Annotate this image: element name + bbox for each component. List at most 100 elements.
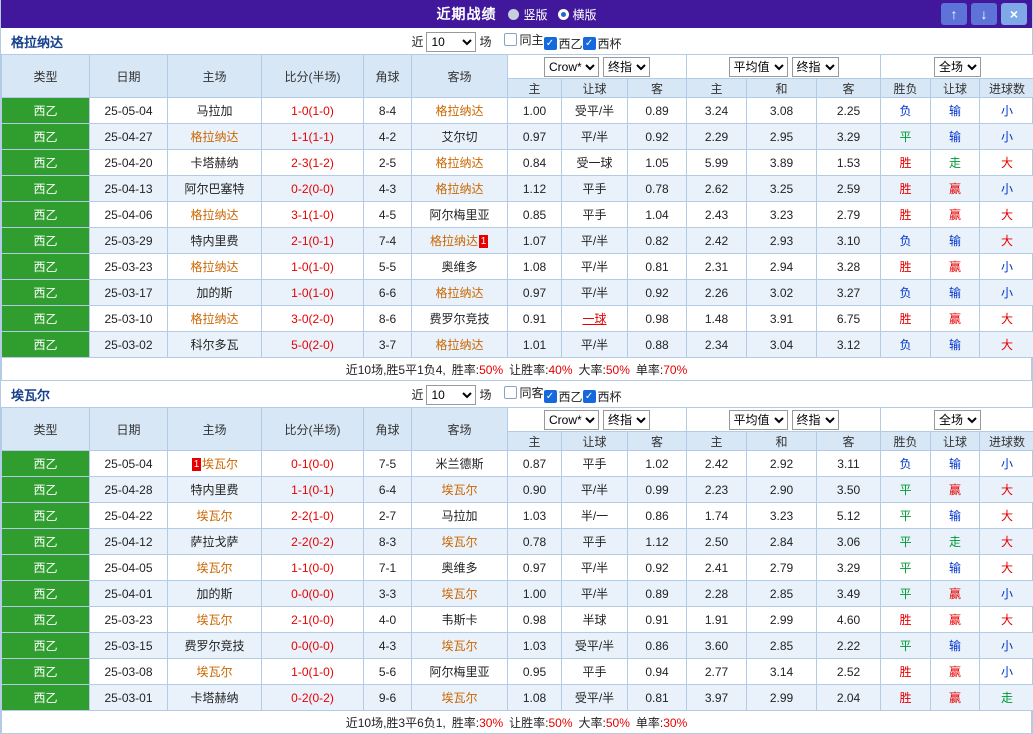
handicap-result-cell: 输 [931,633,980,659]
checkbox-label: 西杯 [598,388,622,405]
home-odds-cell: 1.07 [508,228,562,254]
summary-stat: 让胜率:50% [509,714,572,731]
date-cell: 25-04-22 [90,503,168,529]
odds-stage-select[interactable]: 终指 [603,57,650,77]
subheader-handicap-result: 让球 [931,79,980,98]
league-cell: 西乙 [2,124,90,150]
col-header-home: 主场 [168,408,262,451]
filter-checkbox[interactable]: 同主 [504,31,543,48]
away-odds-cell: 0.89 [628,98,687,124]
section-head: 埃瓦尔 近 10 场 同客✓西乙✓西杯 [1,381,1032,407]
league-cell: 西乙 [2,306,90,332]
filter-checkbox[interactable]: 同客 [504,384,543,401]
filter-checkbox[interactable]: ✓西杯 [583,388,622,405]
match-count-select[interactable]: 10 [426,385,476,405]
handicap-odds-controls: Crow*终指 [508,408,687,432]
date-cell: 25-03-08 [90,659,168,685]
filter-checkbox-group: 同客✓西乙✓西杯 [494,384,621,405]
date-cell: 25-03-10 [90,306,168,332]
avg-home-cell: 2.29 [687,124,747,150]
avg-draw-cell: 3.23 [747,503,817,529]
handicap-result-cell: 输 [931,503,980,529]
team-label: 卡塔赫纳 [190,691,238,705]
home-odds-cell: 0.84 [508,150,562,176]
match-row: 西乙25-03-15费罗尔竞技0-0(0-0)4-3埃瓦尔1.03受平/半0.8… [2,633,1033,659]
move-down-button[interactable]: ↓ [971,3,997,25]
team-label: 格拉纳达 [435,286,483,300]
home-odds-cell: 1.03 [508,503,562,529]
avg-home-cell: 2.28 [687,581,747,607]
avg-draw-cell: 2.85 [747,581,817,607]
corners-cell: 3-7 [364,332,412,358]
match-row: 西乙25-05-04马拉加1-0(1-0)8-4格拉纳达1.00受平/半0.89… [2,98,1033,124]
filter-checkbox[interactable]: ✓西杯 [583,35,622,52]
away-odds-cell: 0.81 [628,685,687,711]
date-cell: 25-03-02 [90,332,168,358]
home-team-cell: 萨拉戈萨 [168,529,262,555]
filter-bar: 近 10 场 同客✓西乙✓西杯 [411,384,621,405]
league-cell: 西乙 [2,150,90,176]
away-odds-cell: 1.02 [628,451,687,477]
summary-record: 近10场,胜3平6负1, [346,714,446,731]
avg-home-cell: 2.23 [687,477,747,503]
outcome-cell: 平 [881,555,931,581]
odds-stage-select[interactable]: 终指 [603,410,650,430]
away-team-cell: 格拉纳达 [412,98,508,124]
team-label: 埃瓦尔 [196,509,232,523]
team-label: 格拉纳达 [435,182,483,196]
team-label: 埃瓦尔 [441,639,477,653]
home-odds-cell: 0.78 [508,529,562,555]
average-source-select[interactable]: 平均值 [729,57,788,77]
home-odds-cell: 0.90 [508,477,562,503]
league-cell: 西乙 [2,555,90,581]
scope-select[interactable]: 全场 [934,410,981,430]
filter-checkbox[interactable]: ✓西乙 [544,388,583,405]
move-up-button[interactable]: ↑ [941,3,967,25]
match-count-select[interactable]: 10 [426,32,476,52]
outcome-cell: 胜 [881,306,931,332]
outcome-cell: 胜 [881,176,931,202]
team-label: 格拉纳达 [435,338,483,352]
league-cell: 西乙 [2,451,90,477]
home-team-cell: 马拉加 [168,98,262,124]
team-label: 格拉纳达 [190,312,238,326]
subheader-outcome: 胜负 [881,79,931,98]
score-cell: 0-1(0-0) [262,451,364,477]
outcome-cell: 平 [881,633,931,659]
outcome-cell: 胜 [881,150,931,176]
home-team-cell: 格拉纳达 [168,306,262,332]
team-label: 加的斯 [196,286,232,300]
league-cell: 西乙 [2,332,90,358]
corners-cell: 4-3 [364,633,412,659]
goals-result-cell: 走 [980,685,1033,711]
team-section-granada: 格拉纳达 近 10 场 同主✓西乙✓西杯 类型 日期 主场 比分(半场) [1,28,1032,381]
date-cell: 25-04-20 [90,150,168,176]
layout-radio-vertical[interactable]: 竖版 [508,6,547,23]
odds-company-select[interactable]: Crow* [544,57,599,77]
handicap-line-cell: 平手 [562,529,628,555]
team-label: 奥维多 [441,561,477,575]
col-header-league: 类型 [2,55,90,98]
average-stage-select[interactable]: 终指 [792,410,839,430]
scope-controls: 全场 [881,408,1033,432]
goals-result-cell: 小 [980,176,1033,202]
avg-away-cell: 3.49 [817,581,881,607]
scope-select[interactable]: 全场 [934,57,981,77]
odds-company-select[interactable]: Crow* [544,410,599,430]
layout-radio-horizontal[interactable]: 横版 [558,6,597,23]
filter-checkbox[interactable]: ✓西乙 [544,35,583,52]
close-button[interactable]: × [1001,3,1027,25]
avg-draw-cell: 2.99 [747,685,817,711]
score-cell: 2-1(0-0) [262,607,364,633]
subheader-home-odds: 主 [508,79,562,98]
avg-home-cell: 2.62 [687,176,747,202]
average-source-select[interactable]: 平均值 [729,410,788,430]
corners-cell: 5-6 [364,659,412,685]
subheader-goals: 进球数 [980,79,1033,98]
avg-away-cell: 3.11 [817,451,881,477]
avg-home-cell: 2.34 [687,332,747,358]
average-stage-select[interactable]: 终指 [792,57,839,77]
home-odds-cell: 1.03 [508,633,562,659]
handicap-line-cell: 平手 [562,659,628,685]
score-cell: 2-3(1-2) [262,150,364,176]
